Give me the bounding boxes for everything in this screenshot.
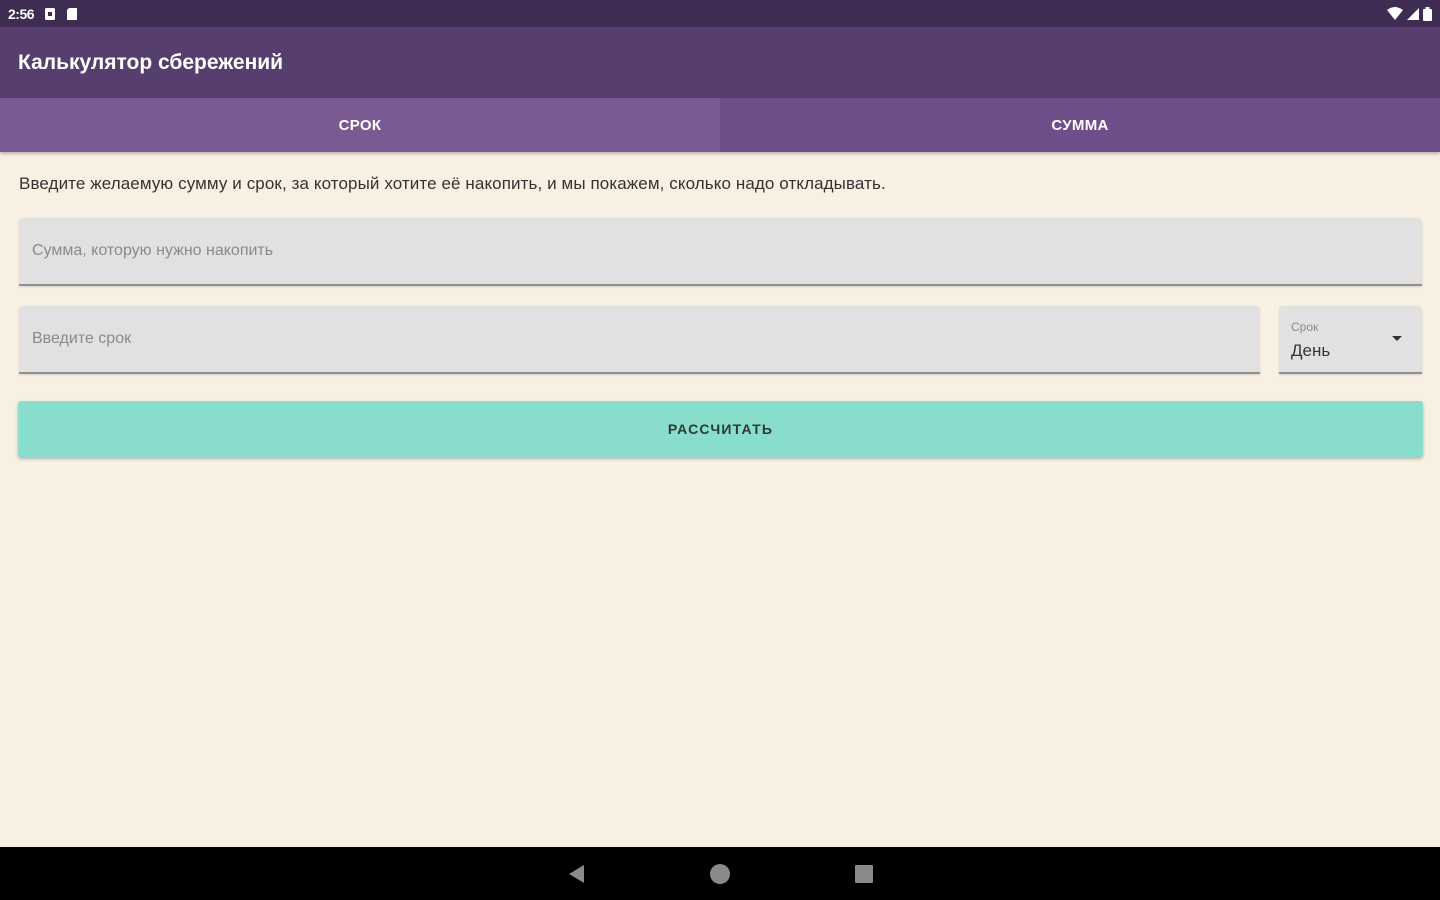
term-field-container [19, 306, 1260, 374]
home-icon[interactable] [690, 847, 750, 900]
tab-bar: СРОК СУММА [0, 98, 1440, 152]
recents-icon[interactable] [834, 847, 894, 900]
term-input[interactable] [19, 306, 1260, 372]
navigation-bar [0, 847, 1440, 900]
status-bar: 2:56 [0, 0, 1440, 27]
amount-input[interactable] [19, 218, 1422, 284]
period-select[interactable]: Срок День [1279, 306, 1422, 374]
app-title: Калькулятор сбережений [18, 50, 284, 74]
status-left: 2:56 [8, 6, 78, 22]
sim-card-icon [44, 7, 56, 21]
instructions-text: Введите желаемую сумму и срок, за которы… [19, 174, 886, 193]
calculate-button[interactable]: РАССЧИТАТЬ [18, 401, 1423, 457]
app-bar: Калькулятор сбережений [0, 27, 1440, 98]
period-select-label: Срок [1291, 320, 1319, 334]
wifi-icon [1387, 7, 1403, 20]
sd-card-icon [66, 7, 78, 21]
amount-field-container [19, 218, 1422, 286]
tab-term[interactable]: СРОК [0, 98, 720, 152]
back-icon[interactable] [546, 847, 606, 900]
dropdown-arrow-icon [1392, 336, 1402, 341]
status-time: 2:56 [8, 5, 35, 22]
period-select-value: День [1291, 341, 1331, 360]
tab-amount[interactable]: СУММА [720, 98, 1440, 152]
status-right [1387, 6, 1432, 21]
battery-icon [1423, 6, 1432, 21]
cell-signal-icon [1407, 7, 1419, 20]
